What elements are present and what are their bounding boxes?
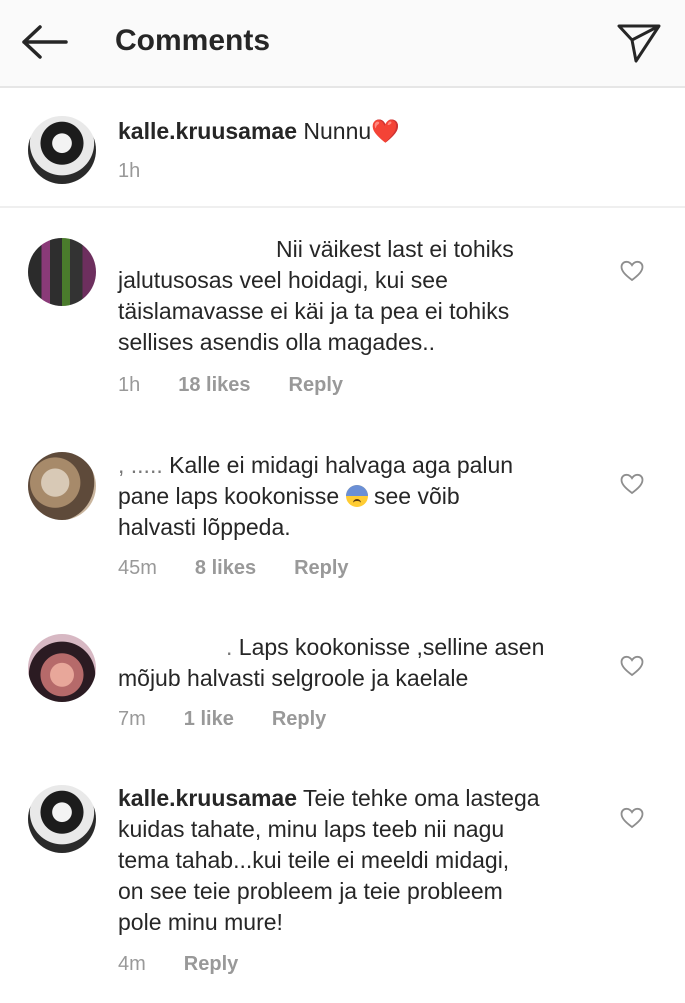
comment-meta: 45m 8 likes Reply: [118, 557, 349, 580]
comment-time: 7m: [118, 708, 146, 730]
arrow-left-icon: [22, 25, 68, 59]
avatar[interactable]: [28, 238, 96, 306]
comment-line: halvasti lõppeda.: [118, 514, 291, 540]
avatar[interactable]: [28, 116, 96, 184]
avatar[interactable]: [28, 785, 96, 853]
likes-count[interactable]: 1 like: [184, 708, 234, 731]
comment-line: Nii väikest last ei tohiks: [276, 236, 514, 262]
comment-username-redacted: .: [226, 634, 239, 660]
comment-line: täislamavasse ei käi ja ta pea ei tohiks: [118, 298, 510, 324]
caption-body: Nunnu: [303, 118, 372, 144]
comment-meta: 7m 1 like Reply: [118, 708, 326, 731]
heart-emoji: ❤️: [371, 118, 400, 144]
comment-time: 45m: [118, 557, 157, 579]
likes-count[interactable]: 18 likes: [178, 374, 250, 397]
comment-line: . Laps kookonisse ,selline asen: [118, 632, 618, 663]
comment-meta: 1h 18 likes Reply: [118, 374, 343, 397]
comment-line: sellises asendis olla magades..: [118, 329, 436, 355]
caption-username[interactable]: kalle.kruusamae: [118, 118, 297, 144]
heart-icon: [620, 655, 644, 677]
like-button[interactable]: [618, 258, 646, 284]
comment-meta: 4m Reply: [118, 953, 238, 976]
avatar[interactable]: [28, 634, 96, 702]
comment-line-text: Kalle ei midagi halvaga aga palun: [169, 452, 514, 478]
comment-line: pane laps kookonisse see võib: [118, 481, 618, 512]
likes-count[interactable]: 8 likes: [195, 557, 256, 580]
comment-line-text: see võib: [374, 483, 460, 509]
caption-meta: 1h: [118, 160, 140, 183]
back-button[interactable]: [18, 20, 70, 64]
avatar[interactable]: [28, 452, 96, 520]
reply-button[interactable]: Reply: [184, 953, 238, 976]
comment-time: 1h: [118, 374, 141, 396]
like-button[interactable]: [618, 653, 646, 679]
comment-text: , ..... Kalle ei midagi halvaga aga palu…: [118, 450, 618, 543]
reply-button[interactable]: Reply: [289, 374, 343, 397]
caption-text: kalle.kruusamae Nunnu❤️: [118, 116, 618, 147]
comment-line-text: Teie tehke oma lastega: [303, 785, 540, 811]
comment-line: mõjub halvasti selgroole ja kaelale: [118, 665, 469, 691]
like-button[interactable]: [618, 471, 646, 497]
like-button[interactable]: [618, 805, 646, 831]
comment-line: jalutusosas veel hoidagi, kui see: [118, 267, 448, 293]
comment-username-redacted: , .....: [118, 452, 170, 478]
comment-text: Nii väikest last ei tohiks jalutusosas v…: [118, 234, 618, 358]
comment-line: , ..... Kalle ei midagi halvaga aga palu…: [118, 450, 618, 481]
heart-icon: [620, 473, 644, 495]
comment-line: tema tahab...kui teile ei meeldi midagi,: [118, 847, 510, 873]
comment-username[interactable]: kalle.kruusamae: [118, 785, 297, 811]
reply-button[interactable]: Reply: [272, 708, 326, 731]
post-caption: kalle.kruusamae Nunnu❤️ 1h: [0, 90, 685, 208]
comment-line: kuidas tahate, minu laps teeb nii nagu: [118, 816, 505, 842]
comment-line: kalle.kruusamae Teie tehke oma lastega: [118, 783, 618, 814]
paper-plane-icon: [617, 24, 661, 63]
anxious-face-emoji: [345, 485, 368, 507]
share-button[interactable]: [612, 18, 666, 68]
reply-button[interactable]: Reply: [294, 557, 348, 580]
heart-icon: [620, 807, 644, 829]
heart-icon: [620, 260, 644, 282]
comments-header: Comments: [0, 0, 685, 88]
comment-time: 4m: [118, 953, 146, 975]
caption-time: 1h: [118, 160, 141, 182]
comment-line-text: Laps kookonisse ,selline asen: [238, 634, 545, 660]
comment-text: kalle.kruusamae Teie tehke oma lastega k…: [118, 783, 618, 938]
comment-text: . Laps kookonisse ,selline asen mõjub ha…: [118, 632, 618, 694]
comment-line: on see teie probleem ja teie probleem: [118, 878, 503, 904]
page-title: Comments: [115, 24, 271, 57]
comment-line-text: pane laps kookonisse: [118, 483, 340, 509]
comment-line: pole minu mure!: [118, 909, 283, 935]
